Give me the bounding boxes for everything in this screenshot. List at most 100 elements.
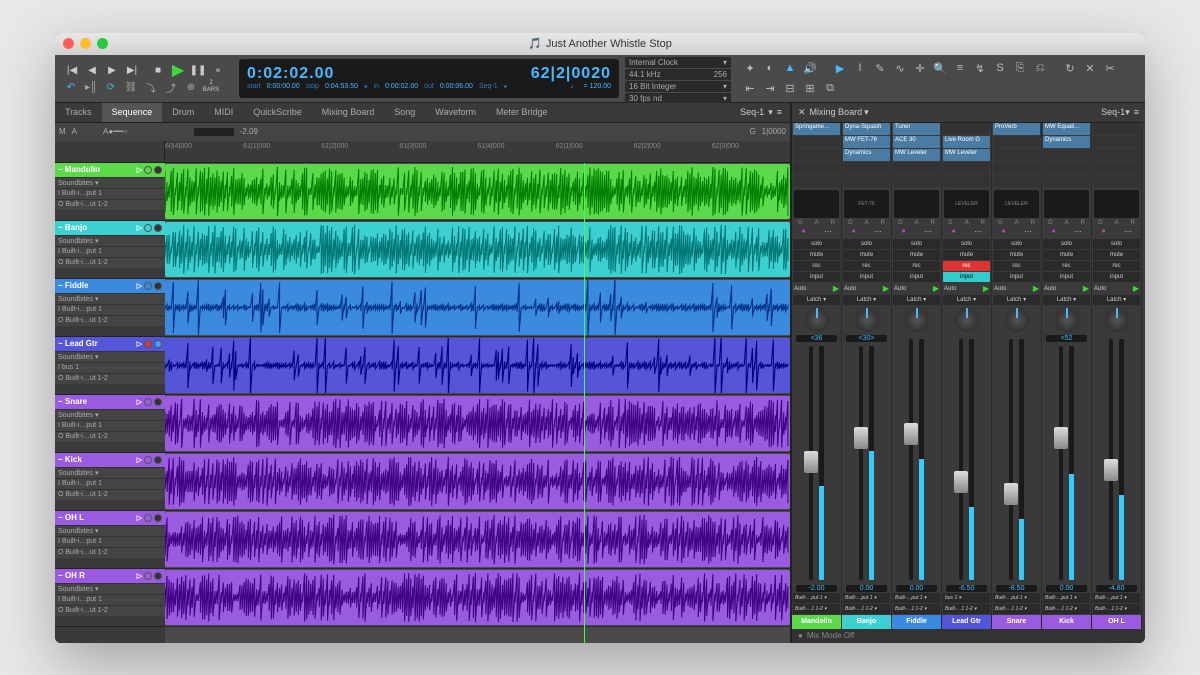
track-layer[interactable]: Soundbites ▾ bbox=[55, 235, 165, 246]
rec-button[interactable]: rec bbox=[1043, 261, 1090, 271]
rec-button[interactable]: rec bbox=[993, 261, 1040, 271]
tool-speaker-icon[interactable]: 🔊 bbox=[801, 59, 819, 77]
fader[interactable] bbox=[1109, 339, 1113, 580]
input-button[interactable]: input bbox=[1043, 272, 1090, 282]
input-button[interactable]: input bbox=[993, 272, 1040, 282]
track-header[interactable]: ~ Lead Gtr▷ Soundbites ▾ I bus 1 O Built… bbox=[55, 337, 165, 395]
rewind-start-icon[interactable]: |◀ bbox=[63, 61, 81, 79]
track-output[interactable]: O Built-i…ut 1-2 bbox=[55, 373, 165, 384]
track-header[interactable]: ~ Banjo▷ Soundbites ▾ I Built-i…put 1 O … bbox=[55, 221, 165, 279]
strip-input[interactable]: Built-…put 1 ▾ bbox=[893, 593, 940, 603]
solo-button[interactable]: solo bbox=[943, 239, 990, 249]
insert-slot[interactable] bbox=[793, 136, 840, 148]
insert-slot[interactable] bbox=[993, 175, 1040, 187]
latch-button[interactable]: Latch ▾ bbox=[993, 295, 1040, 305]
input-button[interactable]: input bbox=[843, 272, 890, 282]
auto-label[interactable]: Auto bbox=[944, 286, 956, 292]
insert-slot[interactable]: Springame… bbox=[793, 123, 840, 135]
tool-metronome-icon[interactable]: ▲ bbox=[781, 59, 799, 77]
record-arm-icon[interactable] bbox=[144, 398, 152, 406]
auto-play-icon[interactable]: ▶ bbox=[933, 284, 939, 293]
insert-slot[interactable] bbox=[893, 175, 940, 187]
track-output[interactable]: O Built-i…ut 1-2 bbox=[55, 199, 165, 210]
rec-button[interactable]: rec bbox=[843, 261, 890, 271]
input-mon-icon[interactable] bbox=[154, 456, 162, 464]
insert-slot[interactable] bbox=[1043, 175, 1090, 187]
auto-play-icon[interactable]: ▶ bbox=[1033, 284, 1039, 293]
pointer-tool-icon[interactable]: ▶ bbox=[831, 59, 849, 77]
input-button[interactable]: input bbox=[943, 272, 990, 282]
record-arm-icon[interactable] bbox=[144, 572, 152, 580]
auto-play-icon[interactable]: ▶ bbox=[833, 284, 839, 293]
audio-clip[interactable] bbox=[165, 338, 790, 393]
insert-slot[interactable] bbox=[793, 175, 840, 187]
insert-slot[interactable] bbox=[1043, 162, 1090, 174]
insert-slot[interactable] bbox=[943, 175, 990, 187]
insert-slot[interactable] bbox=[793, 162, 840, 174]
track-lanes[interactable] bbox=[165, 163, 790, 643]
auto-play-icon[interactable]: ▶ bbox=[983, 284, 989, 293]
pencil-tool-icon[interactable]: ✎ bbox=[871, 59, 889, 77]
fader[interactable] bbox=[1009, 339, 1013, 580]
eq-dot-icon[interactable]: ● bbox=[801, 228, 805, 236]
input-mon-icon[interactable] bbox=[154, 514, 162, 522]
track-play-icon[interactable]: ▷ bbox=[137, 572, 142, 580]
tool-a-icon[interactable]: ↯ bbox=[971, 59, 989, 77]
audio-clip[interactable] bbox=[165, 280, 790, 335]
solo-button[interactable]: solo bbox=[1043, 239, 1090, 249]
strip-name[interactable]: Snare bbox=[992, 615, 1041, 629]
mute-button[interactable]: mute bbox=[843, 250, 890, 260]
strip-input[interactable]: Built-…put 1 ▾ bbox=[793, 593, 840, 603]
solo-button[interactable]: solo bbox=[893, 239, 940, 249]
sample-rate-buffer[interactable]: 44.1 kHz256 bbox=[625, 69, 731, 80]
insert-slot[interactable] bbox=[993, 162, 1040, 174]
insert-slot[interactable] bbox=[1093, 149, 1140, 161]
insert-slot[interactable] bbox=[943, 123, 990, 135]
pause-icon[interactable]: ❚❚ bbox=[189, 61, 207, 79]
input-mon-icon[interactable] bbox=[154, 572, 162, 580]
latch-button[interactable]: Latch ▾ bbox=[1093, 295, 1140, 305]
track-layer[interactable]: Soundbites ▾ bbox=[55, 525, 165, 536]
pan-knob[interactable] bbox=[1055, 308, 1079, 332]
tool-c-icon[interactable]: ⎌ bbox=[1031, 59, 1049, 77]
track-lane[interactable] bbox=[165, 511, 790, 569]
tab-tracks[interactable]: Tracks bbox=[55, 103, 102, 123]
mute-button[interactable]: mute bbox=[943, 250, 990, 260]
track-layer[interactable]: Soundbites ▾ bbox=[55, 293, 165, 304]
join-icon[interactable]: ⊞ bbox=[801, 79, 819, 97]
track-input[interactable]: I Built-i…put 1 bbox=[55, 536, 165, 547]
track-layer[interactable]: Soundbites ▾ bbox=[55, 467, 165, 478]
pan-knob[interactable] bbox=[1105, 308, 1129, 332]
pan-knob[interactable] bbox=[905, 308, 929, 332]
audio-clip[interactable] bbox=[165, 222, 790, 277]
track-header[interactable]: ~ Kick▷ Soundbites ▾ I Built-i…put 1 O B… bbox=[55, 453, 165, 511]
rec-button[interactable]: rec bbox=[793, 261, 840, 271]
tool-clock-icon[interactable]: ◐ bbox=[761, 59, 779, 77]
track-input[interactable]: I bus 1 bbox=[55, 362, 165, 373]
tab-meter-bridge[interactable]: Meter Bridge bbox=[486, 103, 558, 123]
insert-slot[interactable] bbox=[843, 175, 890, 187]
record-arm-icon[interactable] bbox=[144, 456, 152, 464]
tool-b-icon[interactable]: ⎘ bbox=[1011, 59, 1029, 77]
insert-slot[interactable] bbox=[1043, 149, 1090, 161]
insert-slot[interactable]: MW FET-76 bbox=[843, 136, 890, 148]
track-layer[interactable]: Soundbites ▾ bbox=[55, 409, 165, 420]
insert-slot[interactable]: Dynamics bbox=[1043, 136, 1090, 148]
mute-button[interactable]: mute bbox=[1093, 250, 1140, 260]
insert-slot[interactable] bbox=[893, 162, 940, 174]
auto-label[interactable]: Auto bbox=[1044, 286, 1056, 292]
input-mon-icon[interactable] bbox=[154, 340, 162, 348]
strip-input[interactable]: Built-…put 1 ▾ bbox=[993, 593, 1040, 603]
strip-name[interactable]: Fiddle bbox=[892, 615, 941, 629]
auto-play-icon[interactable]: ▶ bbox=[1083, 284, 1089, 293]
auto-label[interactable]: Auto bbox=[844, 286, 856, 292]
eq-dot-icon[interactable]: ● bbox=[1001, 228, 1005, 236]
track-output[interactable]: O Built-i…ut 1-2 bbox=[55, 315, 165, 326]
pan-knob[interactable] bbox=[855, 308, 879, 332]
fader[interactable] bbox=[909, 339, 913, 580]
bars-button[interactable]: 2 BARS bbox=[203, 79, 219, 95]
strip-input[interactable]: Built-…put 1 ▾ bbox=[1043, 593, 1090, 603]
insert-slot[interactable] bbox=[943, 162, 990, 174]
marker-g[interactable]: G bbox=[749, 127, 755, 136]
mixer-seq[interactable]: Seq-1 bbox=[1101, 107, 1125, 117]
